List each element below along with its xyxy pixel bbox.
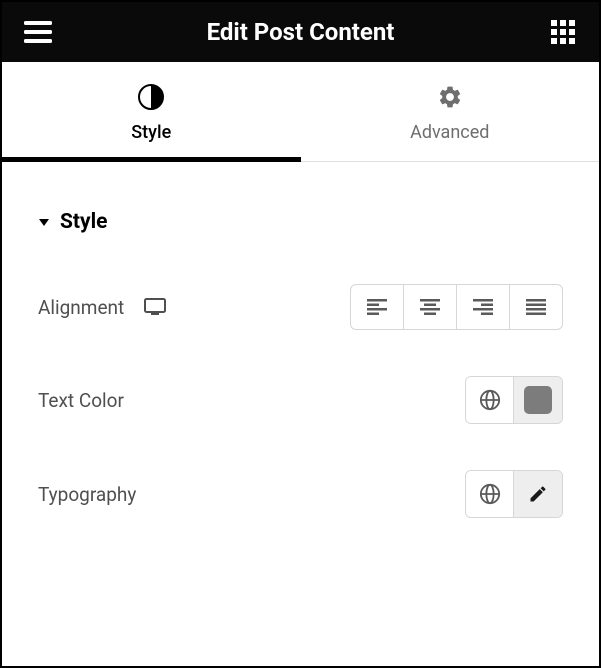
row-alignment: Alignment (38, 284, 563, 330)
alignment-group (350, 284, 563, 330)
section-title: Style (60, 210, 108, 234)
tab-style-label: Style (131, 122, 171, 143)
align-left-button[interactable] (350, 284, 404, 330)
globe-icon (479, 483, 501, 505)
caret-down-icon (38, 216, 50, 228)
header-title: Edit Post Content (54, 18, 547, 46)
tabs: Style Advanced (2, 62, 599, 162)
gear-icon (437, 84, 463, 110)
half-circle-icon (138, 84, 164, 110)
menu-button[interactable] (22, 16, 54, 48)
typography-edit-button[interactable] (514, 471, 562, 517)
text-color-global-button[interactable] (466, 377, 514, 423)
align-justify-icon (526, 299, 546, 315)
tab-advanced-label: Advanced (410, 122, 489, 143)
pencil-icon (528, 484, 548, 504)
tab-advanced[interactable]: Advanced (301, 62, 600, 161)
typography-control (465, 470, 563, 518)
text-color-control (465, 376, 563, 424)
desktop-icon[interactable] (144, 298, 166, 316)
typography-global-button[interactable] (466, 471, 514, 517)
style-panel: Style Alignment (2, 162, 599, 518)
align-right-icon (473, 299, 493, 315)
typography-label: Typography (38, 483, 136, 506)
row-typography: Typography (38, 470, 563, 518)
editor-header: Edit Post Content (2, 2, 599, 62)
text-color-label: Text Color (38, 389, 124, 412)
hamburger-icon (24, 21, 52, 43)
tab-style[interactable]: Style (2, 62, 301, 161)
apps-button[interactable] (547, 16, 579, 48)
align-center-button[interactable] (403, 284, 457, 330)
color-swatch (524, 386, 552, 414)
grid-icon (551, 20, 575, 44)
align-center-icon (420, 299, 440, 315)
align-left-icon (367, 299, 387, 315)
align-justify-button[interactable] (509, 284, 563, 330)
align-right-button[interactable] (456, 284, 510, 330)
row-text-color: Text Color (38, 376, 563, 424)
alignment-label: Alignment (38, 296, 124, 319)
text-color-swatch-button[interactable] (514, 377, 562, 423)
globe-icon (479, 389, 501, 411)
section-header-style[interactable]: Style (38, 210, 563, 234)
